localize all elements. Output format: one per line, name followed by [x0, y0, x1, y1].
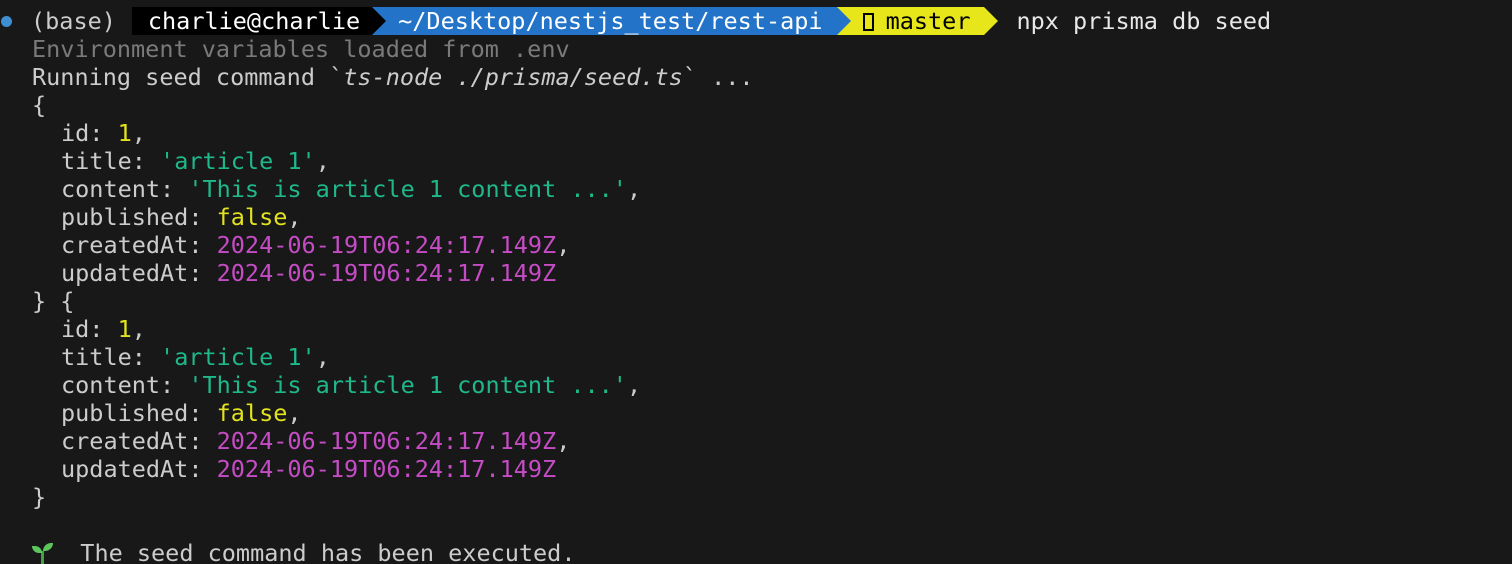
record-open-brace: { [32, 91, 47, 119]
record-field-createdat: createdAt: 2024-06-19T06:24:17.149Z, [61, 427, 571, 455]
seed-done-line: The seed command has been executed. [32, 539, 575, 564]
shell-prompt: (base) charlie@charlie ~/Desktop/nestjs_… [0, 7, 1271, 35]
typed-command: npx prisma db seed [1016, 7, 1272, 35]
prompt-user: charlie@charlie [147, 7, 361, 35]
record-separator-brace: } { [32, 287, 75, 315]
git-branch: master [885, 7, 971, 35]
seed-script-command: ts-node ./prisma/seed.ts [343, 63, 683, 91]
running-seed-line: Running seed command `ts-node ./prisma/s… [32, 63, 754, 91]
record-field-published: published: false, [61, 203, 302, 231]
terminal-window[interactable]: (base) charlie@charlie ~/Desktop/nestjs_… [0, 0, 1512, 564]
env-loaded-line: Environment variables loaded from .env [32, 35, 570, 63]
record-field-content: content: 'This is article 1 content ...'… [61, 175, 642, 203]
prompt-user-segment: charlie@charlie [131, 7, 387, 35]
record-close-brace: } [32, 483, 47, 511]
seed-done-message: The seed command has been executed. [80, 539, 576, 564]
conda-env: (base) [31, 7, 116, 35]
status-dot-icon [1, 15, 12, 27]
record-field-published: published: false, [61, 399, 302, 427]
record-field-id: id: 1, [61, 119, 146, 147]
record-field-content: content: 'This is article 1 content ...'… [61, 371, 642, 399]
seedling-icon [32, 543, 53, 564]
segment-arrow-icon [372, 7, 387, 35]
git-branch-icon [862, 13, 874, 31]
segment-arrow-icon [984, 7, 999, 35]
segment-arrow-icon [836, 7, 851, 35]
record-field-id: id: 1, [61, 315, 146, 343]
prompt-path: ~/Desktop/nestjs_test/rest-api [398, 7, 823, 35]
prompt-git-segment: master [836, 7, 999, 35]
prompt-path-segment: ~/Desktop/nestjs_test/rest-api [372, 7, 851, 35]
record-field-title: title: 'article 1', [61, 147, 330, 175]
record-field-createdat: createdAt: 2024-06-19T06:24:17.149Z, [61, 231, 571, 259]
record-field-updatedat: updatedAt: 2024-06-19T06:24:17.149Z [61, 259, 557, 287]
record-field-title: title: 'article 1', [61, 343, 330, 371]
record-field-updatedat: updatedAt: 2024-06-19T06:24:17.149Z [61, 455, 557, 483]
